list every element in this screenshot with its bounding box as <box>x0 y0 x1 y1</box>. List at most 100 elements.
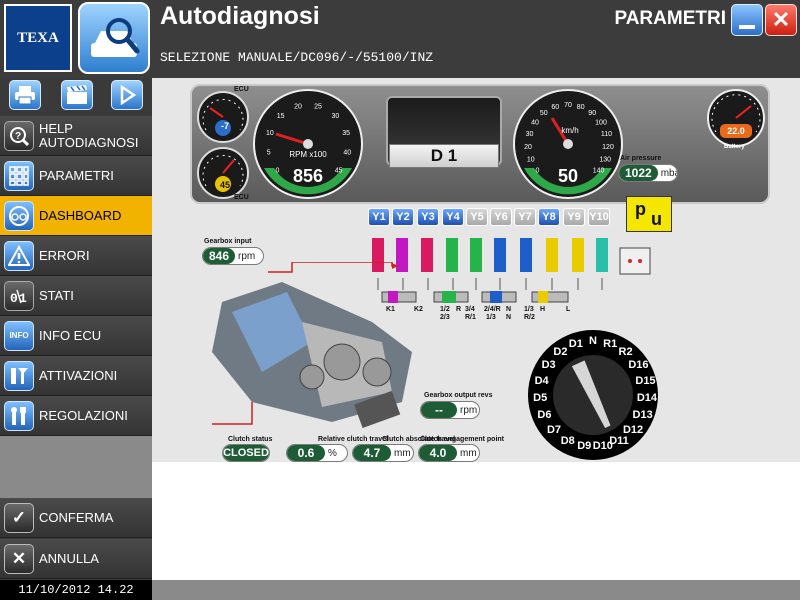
clutch-engagement-point-value: 4.0 <box>419 445 457 461</box>
switch-icon: 01 <box>4 280 34 311</box>
menu-item-info-ecu[interactable]: INFO INFO ECU <box>0 316 152 356</box>
checkmark-icon: ✓ <box>4 502 34 533</box>
circuit-label: 2/4/R <box>484 306 501 313</box>
grid-icon <box>4 160 34 191</box>
relative-clutch-travel-field: 0.6 % <box>286 444 348 462</box>
menu-label: DASHBOARD <box>39 208 122 223</box>
selector-position-label: D14 <box>636 392 657 405</box>
circuit-label: 1/3 <box>524 306 534 313</box>
valve-button-y4: Y4 <box>442 208 464 226</box>
cancel-label: ANNULLA <box>39 551 99 566</box>
valve-button-y9: Y9 <box>563 208 585 226</box>
valve-button-y6: Y6 <box>490 208 512 226</box>
clutch-engagement-point-field: 4.0 mm <box>418 444 480 462</box>
circuit-label: 1/2 <box>440 306 450 313</box>
circuit-label: R/1 <box>465 314 476 321</box>
instrument-panel: ECU -7 45 ECU 0 5 10 15 20 25 30 35 40 45 <box>190 84 770 204</box>
svg-text:0: 0 <box>10 291 18 306</box>
selector-position-label: D3 <box>541 359 556 371</box>
menu-label: AUTODIAGNOSI <box>39 134 139 150</box>
menu-item-attivazioni[interactable]: ATTIVAZIONI <box>0 356 152 396</box>
confirm-button[interactable]: ✓ CONFERMA <box>0 498 152 538</box>
info-badge: INFO <box>9 331 29 340</box>
menu-label: PARAMETRI <box>39 168 114 183</box>
dashboard-icon <box>4 200 34 231</box>
speed-tick: 80 <box>577 104 585 111</box>
autodiagnosis-icon <box>78 2 150 74</box>
valve-button-y8: Y8 <box>538 208 560 226</box>
video-button[interactable] <box>61 80 93 110</box>
menu-item-regolazioni[interactable]: REGOLAZIONI <box>0 396 152 436</box>
air-pressure-field: 1022 mbar <box>618 164 678 182</box>
ecu-top-value: -7 <box>220 121 229 131</box>
battery-value: 22.0 <box>727 126 745 136</box>
menu-item-dashboard[interactable]: DASHBOARD <box>0 196 152 236</box>
selector-position-label: D5 <box>533 392 548 405</box>
clutch-absolute-travel-value: 4.7 <box>353 445 391 461</box>
ecu-label-top: ECU <box>234 86 249 93</box>
speed-tick: 30 <box>526 131 534 138</box>
header: TEXA Autodiagnosi SELEZIONE MANUALE/DC09… <box>0 0 800 78</box>
menu-label: ATTIVAZIONI <box>39 368 118 383</box>
selector-position-label: N <box>589 335 597 347</box>
battery-label: Battery <box>724 144 745 150</box>
rpm-tick: 0 <box>275 168 279 175</box>
air-pressure-label: Air pressure <box>620 155 662 162</box>
speed-tick: 50 <box>540 110 548 117</box>
gearbox-output-field: -- rpm <box>420 401 480 419</box>
menu-item-parametri[interactable]: PARAMETRI <box>0 156 152 196</box>
print-button[interactable] <box>9 80 41 110</box>
sidebar-spacer <box>0 436 152 498</box>
selector-position-label: D4 <box>534 374 549 387</box>
info-icon: INFO <box>4 320 34 351</box>
clutch-absolute-travel-unit: mm <box>394 447 411 459</box>
valve-button-y7: Y7 <box>514 208 536 226</box>
menu-item-stati[interactable]: 01 STATI <box>0 276 152 316</box>
menu-item-errori[interactable]: ERRORI <box>0 236 152 276</box>
pu-indicator: p u <box>626 196 672 232</box>
speed-tick: 70 <box>564 102 572 109</box>
dashboard: ECU -7 45 ECU 0 5 10 15 20 25 30 35 40 45 <box>152 78 800 462</box>
speed-tick: 10 <box>527 157 535 164</box>
menu-label: HELP <box>39 120 73 136</box>
menu-item-help[interactable]: ? HELP AUTODIAGNOSI <box>0 116 152 156</box>
help-icon: ? <box>4 120 34 151</box>
speed-tick: 0 <box>535 168 539 175</box>
rpm-tick: 30 <box>332 113 340 120</box>
selector-position-label: D7 <box>546 423 562 436</box>
gearbox-output-label: Gearbox output revs <box>424 392 493 399</box>
cancel-button[interactable]: ✕ ANNULLA <box>0 539 152 579</box>
speed-tick: 100 <box>595 120 607 127</box>
air-pressure-unit: mbar <box>660 167 677 179</box>
status-bar <box>152 580 800 600</box>
rpm-unit: RPM x100 <box>289 150 327 159</box>
close-button[interactable]: ✕ <box>765 4 797 36</box>
selector-position-label: D15 <box>635 374 656 387</box>
tools-icon <box>4 400 34 431</box>
rpm-tick: 35 <box>342 130 350 137</box>
selector-position-label: R2 <box>618 346 633 359</box>
clutch-engagement-point-label: Clutch engagement point <box>420 436 504 443</box>
circuit-label: N <box>506 314 512 321</box>
selector-position-label: D1 <box>568 337 583 350</box>
activation-icon <box>4 360 34 391</box>
rpm-tick: 40 <box>343 150 351 157</box>
circuit-label: L <box>566 306 571 313</box>
relative-clutch-travel-value: 0.6 <box>287 445 325 461</box>
valve-button-y1: Y1 <box>368 208 390 226</box>
section-title: PARAMETRI <box>614 8 726 29</box>
gear-indicator: D 1 <box>389 144 499 168</box>
circuit-label: R/2 <box>524 314 535 321</box>
speed-tick: 110 <box>601 131 612 138</box>
battery-gauge <box>707 89 765 147</box>
play-button[interactable] <box>111 80 143 110</box>
gearbox-input-label: Gearbox input <box>204 238 252 245</box>
speed-tick: 90 <box>588 110 596 117</box>
minimize-button[interactable] <box>731 4 763 36</box>
valve-button-y5: Y5 <box>466 208 488 226</box>
clapper-icon <box>67 85 87 104</box>
air-pressure-value: 1022 <box>619 165 658 181</box>
rpm-tick: 5 <box>267 150 271 157</box>
content-area: ECU -7 45 ECU 0 5 10 15 20 25 30 35 40 45 <box>152 78 800 580</box>
speed-tick: 60 <box>551 104 559 111</box>
